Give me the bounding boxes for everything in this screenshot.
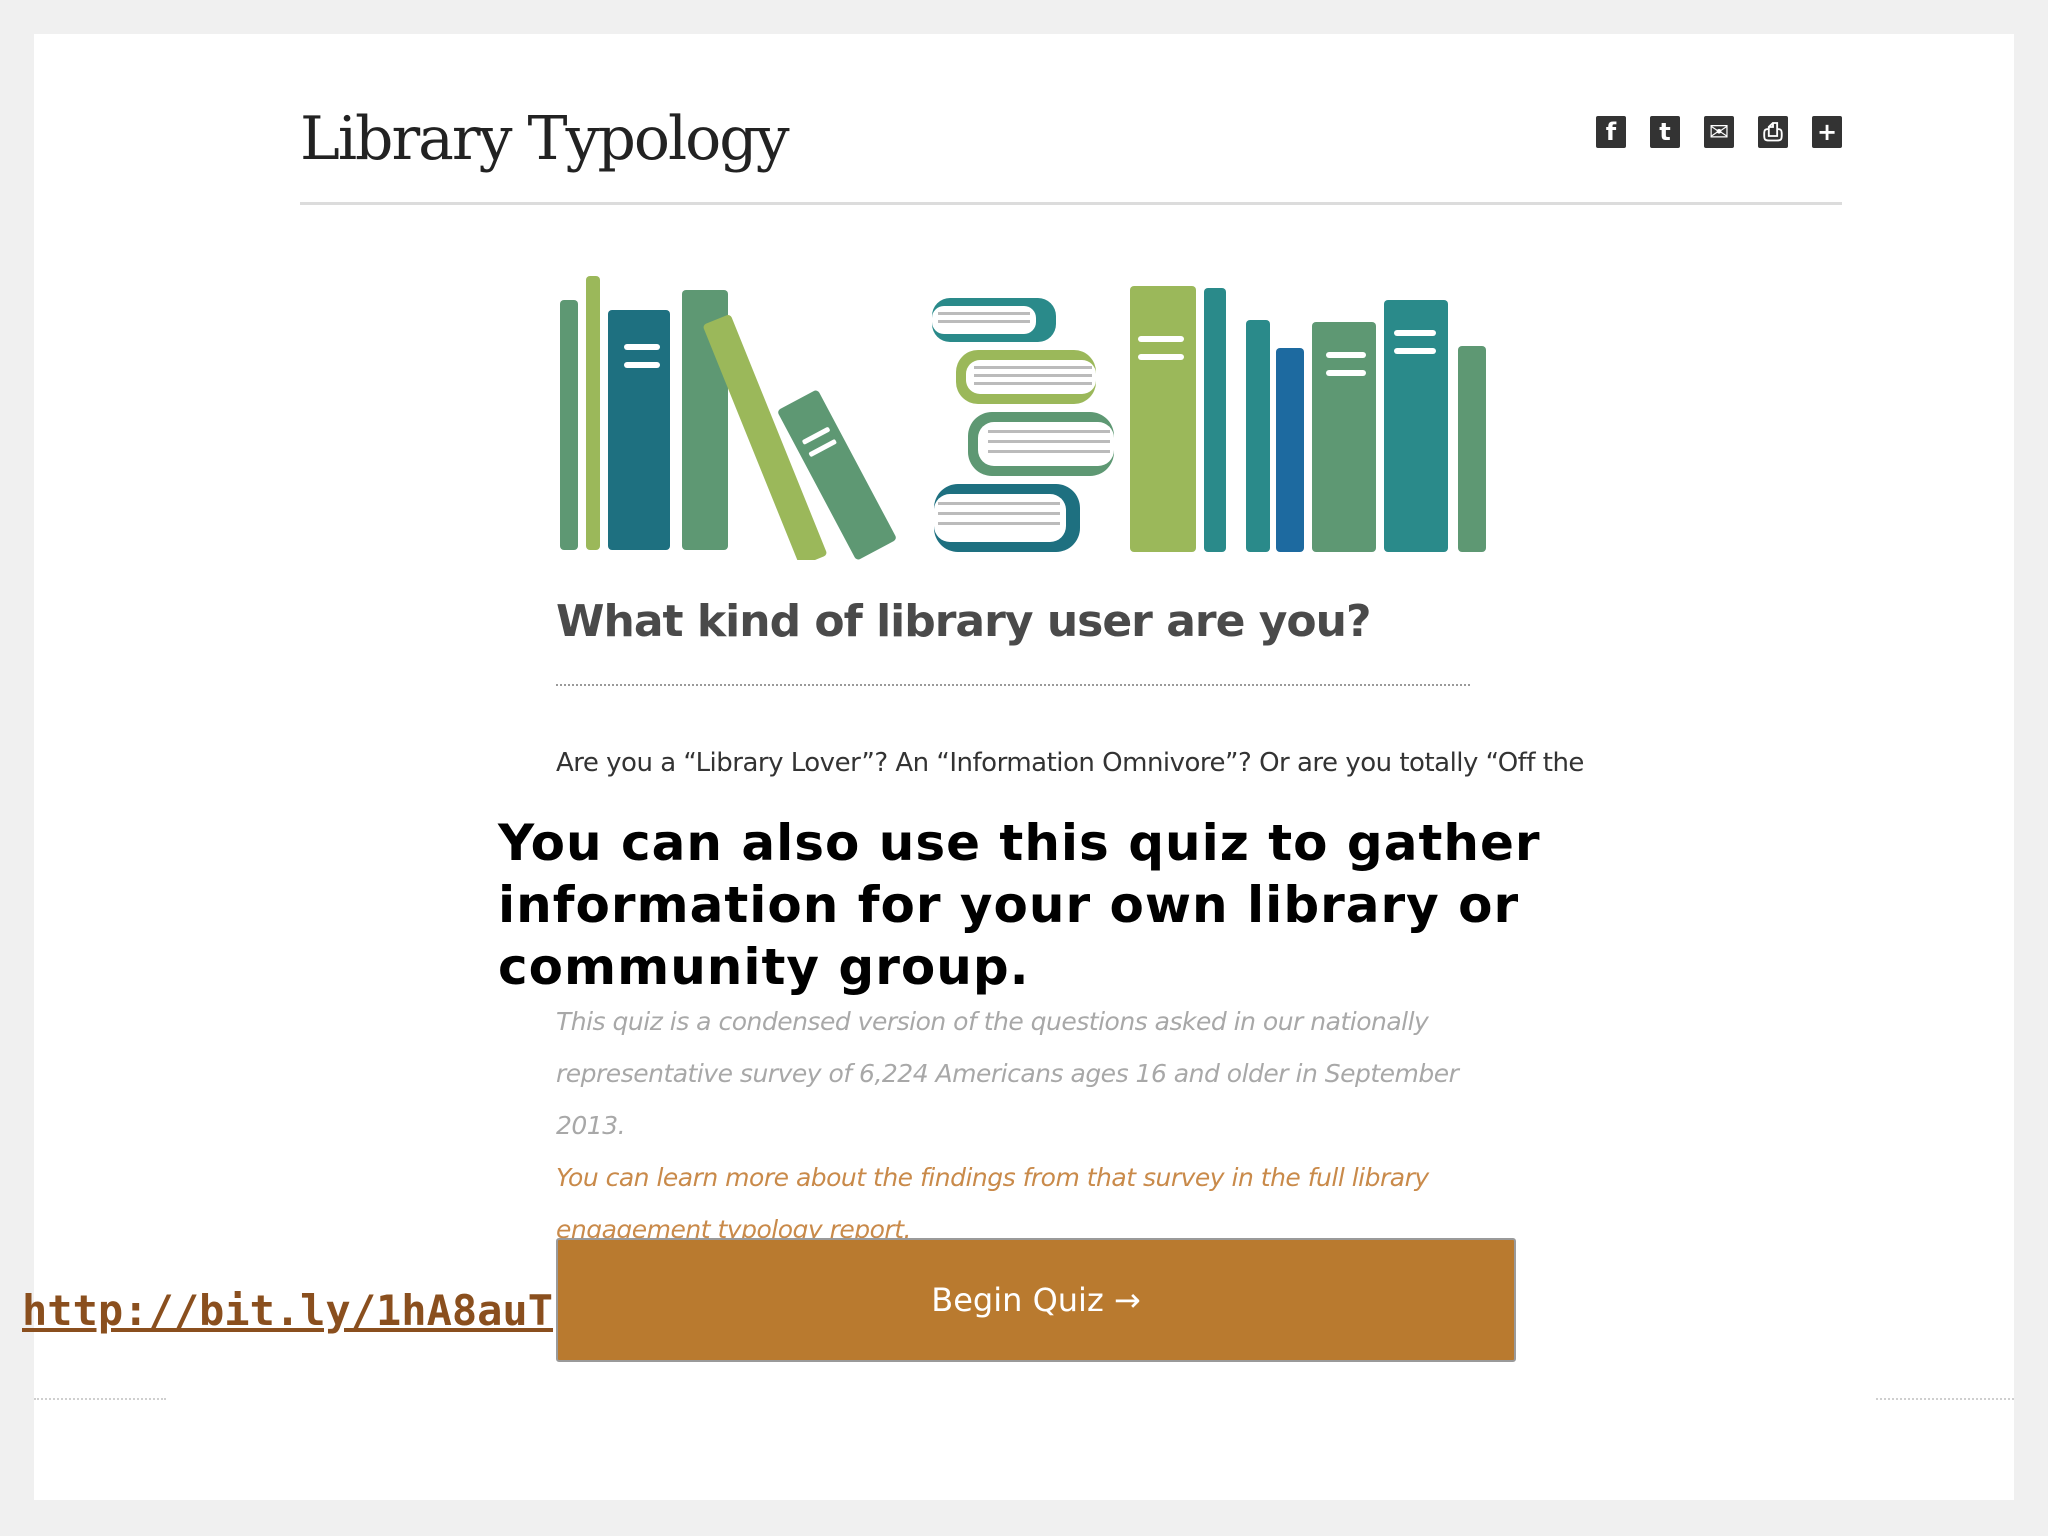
add-icon[interactable]: +	[1812, 116, 1842, 148]
divider-right	[1876, 1398, 2014, 1400]
divider-left	[34, 1398, 166, 1400]
print-icon[interactable]: ⎙	[1758, 116, 1788, 148]
note-line: This quiz is a condensed version of the …	[556, 1007, 1429, 1036]
quiz-heading: What kind of library user are you?	[556, 596, 1372, 647]
quiz-intro: Are you a “Library Lover”? An “Informati…	[556, 748, 1584, 778]
share-bar: f t ✉ ⎙ +	[1596, 116, 1842, 148]
overlay-caption: You can also use this quiz to gather inf…	[498, 814, 1541, 996]
quiz-note: This quiz is a condensed version of the …	[556, 996, 1516, 1256]
email-icon[interactable]: ✉	[1704, 116, 1734, 148]
short-link[interactable]: http://bit.ly/1hA8auT	[22, 1286, 553, 1335]
note-link-line[interactable]: You can learn more about the findings fr…	[556, 1152, 1516, 1204]
site-header: Library Typology f t ✉ ⎙ +	[300, 74, 1842, 205]
heading-divider	[556, 684, 1470, 686]
facebook-icon[interactable]: f	[1596, 116, 1626, 148]
site-title: Library Typology	[300, 104, 790, 174]
note-line: representative survey of 6,224 Americans…	[556, 1059, 1459, 1140]
tumblr-icon[interactable]: t	[1650, 116, 1680, 148]
books-illustration	[560, 276, 1486, 560]
begin-quiz-button[interactable]: Begin Quiz →	[556, 1238, 1516, 1362]
